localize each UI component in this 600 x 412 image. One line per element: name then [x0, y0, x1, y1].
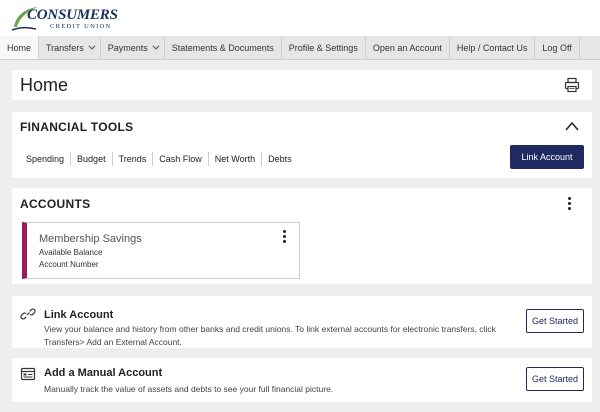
accounts-card: ACCOUNTS Membership Savings Available Ba… [12, 188, 592, 284]
nav-item-home[interactable]: Home [0, 36, 40, 59]
available-balance-label: Available Balance [39, 248, 103, 257]
manual-account-title: Add a Manual Account [44, 367, 163, 379]
nav-item-payments[interactable]: Payments [101, 36, 165, 59]
brand-logo[interactable]: CONSUMERS CREDIT UNION [10, 5, 118, 33]
nav-item-open-account[interactable]: Open an Account [366, 36, 450, 59]
brand-name: CONSUMERS [27, 7, 118, 23]
page-header-card: Home [12, 70, 592, 100]
manual-account-card: Add a Manual Account Manually track the … [12, 358, 592, 402]
accounts-title: ACCOUNTS [20, 197, 91, 211]
chevron-down-icon [88, 42, 96, 50]
link-account-button[interactable]: Link Account [510, 145, 584, 169]
nav-item-label: Profile & Settings [288, 42, 358, 53]
nav-item-transfers[interactable]: Transfers [39, 36, 101, 59]
account-name: Membership Savings [39, 233, 142, 245]
tool-link-cash-flow[interactable]: Cash Flow [153, 152, 209, 166]
nav-item-label: Statements & Documents [171, 42, 274, 53]
nav-item-help[interactable]: Help / Contact Us [450, 36, 536, 59]
ledger-icon [20, 367, 36, 381]
link-account-get-started-button[interactable]: Get Started [526, 309, 584, 333]
kebab-menu-icon[interactable] [283, 230, 287, 244]
nav-item-label: Log Off [542, 42, 572, 53]
link-account-title: Link Account [44, 309, 114, 321]
header-bar: CONSUMERS CREDIT UNION [0, 0, 600, 36]
nav-item-label: Open an Account [372, 42, 442, 53]
tool-link-trends[interactable]: Trends [113, 152, 154, 166]
tool-link-debts[interactable]: Debts [262, 152, 298, 166]
tool-link-spending[interactable]: Spending [20, 152, 72, 166]
link-icon [20, 308, 36, 320]
main-nav: Home Transfers Payments Statements & Doc… [0, 36, 600, 60]
brand-tagline: CREDIT UNION [50, 23, 112, 30]
financial-tools-card: FINANCIAL TOOLS Spending Budget Trends C… [12, 112, 592, 178]
nav-item-label: Help / Contact Us [456, 42, 528, 53]
nav-item-label: Payments [107, 42, 148, 53]
link-account-description: View your balance and history from other… [44, 324, 496, 347]
manual-account-description: Manually track the value of assets and d… [44, 384, 334, 394]
financial-tools-links: Spending Budget Trends Cash Flow Net Wor… [20, 152, 298, 166]
tool-link-net-worth[interactable]: Net Worth [209, 152, 263, 166]
nav-item-statements[interactable]: Statements & Documents [165, 36, 282, 59]
chevron-up-icon[interactable] [564, 120, 580, 132]
account-tile[interactable]: Membership Savings Available Balance Acc… [22, 222, 300, 279]
link-account-card: Link Account View your balance and histo… [12, 296, 592, 348]
nav-item-profile[interactable]: Profile & Settings [282, 36, 366, 59]
printer-icon[interactable] [564, 77, 580, 93]
kebab-menu-icon[interactable] [568, 197, 572, 211]
page-title: Home [20, 75, 69, 95]
manual-account-get-started-button[interactable]: Get Started [526, 367, 584, 391]
nav-item-label: Home [7, 42, 32, 53]
financial-tools-title: FINANCIAL TOOLS [20, 120, 134, 134]
chevron-down-icon [152, 42, 160, 50]
nav-item-label: Transfers [46, 42, 84, 53]
account-number-label: Account Number [39, 260, 99, 269]
tool-link-budget[interactable]: Budget [71, 152, 113, 166]
nav-item-log-off[interactable]: Log Off [535, 36, 580, 59]
